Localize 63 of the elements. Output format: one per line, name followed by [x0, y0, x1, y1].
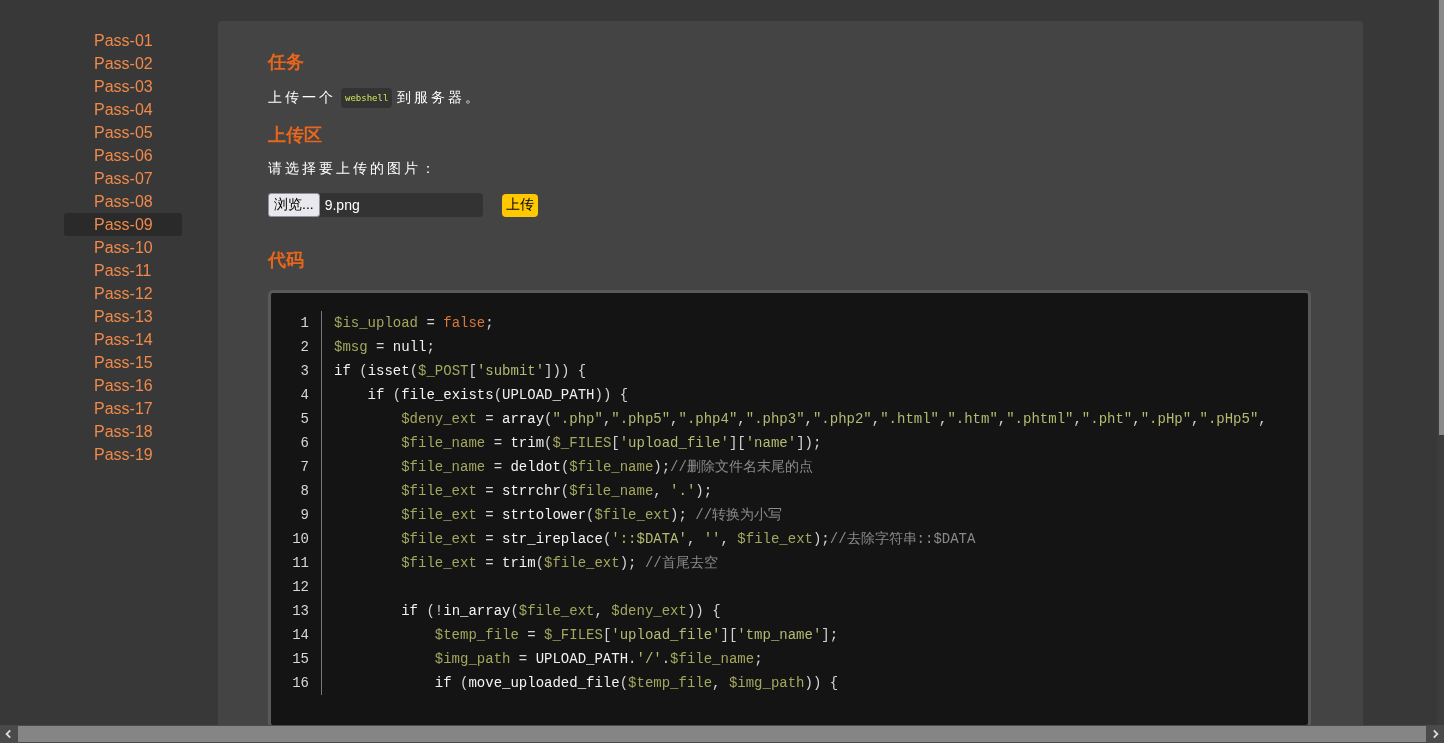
line-number: 9 [299, 507, 309, 523]
sidebar-link[interactable]: Pass-19 [64, 443, 182, 466]
horizontal-scrollbar[interactable] [0, 725, 1444, 743]
sidebar-link[interactable]: Pass-04 [64, 98, 182, 121]
upload-prompt: 请选择要上传的图片： [268, 160, 439, 178]
code-line: $is_upload = false; [334, 315, 494, 331]
sidebar-link[interactable]: Pass-14 [64, 328, 182, 351]
sidebar-link[interactable]: Pass-15 [64, 351, 182, 374]
browse-button[interactable]: 浏览... [268, 193, 320, 217]
sidebar-link[interactable]: Pass-01 [64, 29, 182, 52]
code-line: $img_path = UPLOAD_PATH.'/'.$file_name; [433, 651, 763, 667]
sidebar-link[interactable]: Pass-16 [64, 374, 182, 397]
line-number: 6 [299, 435, 309, 451]
code-line: if (isset($_POST['submit'])) { [334, 363, 587, 379]
sidebar-link[interactable]: Pass-08 [64, 190, 182, 213]
code-line: $file_ext = str_ireplace('::$DATA', '', $file_ext);//去除字符串::$DATA [400, 530, 976, 548]
line-number: 3 [299, 363, 309, 379]
sidebar-link[interactable]: Pass-09 [64, 213, 182, 236]
line-number: 8 [299, 483, 309, 499]
task-text: 到服务器。 [397, 89, 483, 107]
code-line: $file_ext = strrchr($file_name, '.'); [400, 483, 713, 499]
vertical-scrollbar[interactable] [1437, 0, 1444, 725]
line-number: 15 [291, 651, 309, 667]
line-number: 4 [299, 387, 309, 403]
code-chip: webshell [341, 88, 393, 108]
code-line: $temp_file = $_FILES['upload_file']['tmp_name']; [433, 627, 839, 643]
line-number: 16 [291, 675, 309, 691]
line-number: 12 [291, 579, 309, 595]
code-line: $deny_ext = array(".php",".php5",".php4",".php3",".php2",".html",".htm",".phtml",".pht",".pHp",".pHp5", [400, 411, 1267, 427]
line-number: 2 [299, 339, 309, 355]
sidebar-link[interactable]: Pass-02 [64, 52, 182, 75]
task-text: 上传一个 [268, 89, 336, 107]
upload-button[interactable]: 上传 [502, 193, 538, 217]
sidebar-link[interactable]: Pass-05 [64, 121, 182, 144]
line-number: 5 [299, 411, 309, 427]
sidebar-link[interactable]: Pass-10 [64, 236, 182, 259]
code-line: $file_ext = trim($file_ext); //首尾去空 [400, 554, 718, 572]
sidebar-link[interactable]: Pass-03 [64, 75, 182, 98]
line-number: 7 [299, 459, 309, 475]
code-line: if (!in_array($file_ext, $deny_ext)) { [400, 603, 721, 619]
section-heading: 上传区 [268, 124, 323, 147]
sidebar-link[interactable]: Pass-11 [64, 259, 182, 282]
sidebar-link[interactable]: Pass-07 [64, 167, 182, 190]
code-line: if (file_exists(UPLOAD_PATH)) { [366, 387, 629, 403]
code-line: $msg = null; [334, 339, 435, 355]
line-number: 10 [291, 531, 309, 547]
line-number: 11 [291, 555, 309, 571]
line-number: 13 [291, 603, 309, 619]
code-line: $file_ext = strtolower($file_ext); //转换为小写 [400, 506, 783, 524]
code-line: $file_name = deldot($file_name);//删除文件名末尾的点 [400, 458, 813, 476]
sidebar-link[interactable]: Pass-18 [64, 420, 182, 443]
file-name: 9.png [324, 197, 360, 213]
code-line: if (move_uploaded_file($temp_file, $img_path)) { [433, 675, 839, 691]
section-heading: 任务 [268, 51, 305, 74]
sidebar-link[interactable]: Pass-13 [64, 305, 182, 328]
sidebar-link[interactable]: Pass-17 [64, 397, 182, 420]
sidebar-link[interactable]: Pass-12 [64, 282, 182, 305]
line-number: 1 [299, 315, 309, 331]
code-line: $file_name = trim($_FILES['upload_file']['name']); [400, 435, 822, 451]
section-heading: 代码 [268, 249, 305, 272]
file-input[interactable]: 浏览... 9.png [268, 193, 483, 217]
sidebar-link[interactable]: Pass-06 [64, 144, 182, 167]
line-number: 14 [291, 627, 309, 643]
